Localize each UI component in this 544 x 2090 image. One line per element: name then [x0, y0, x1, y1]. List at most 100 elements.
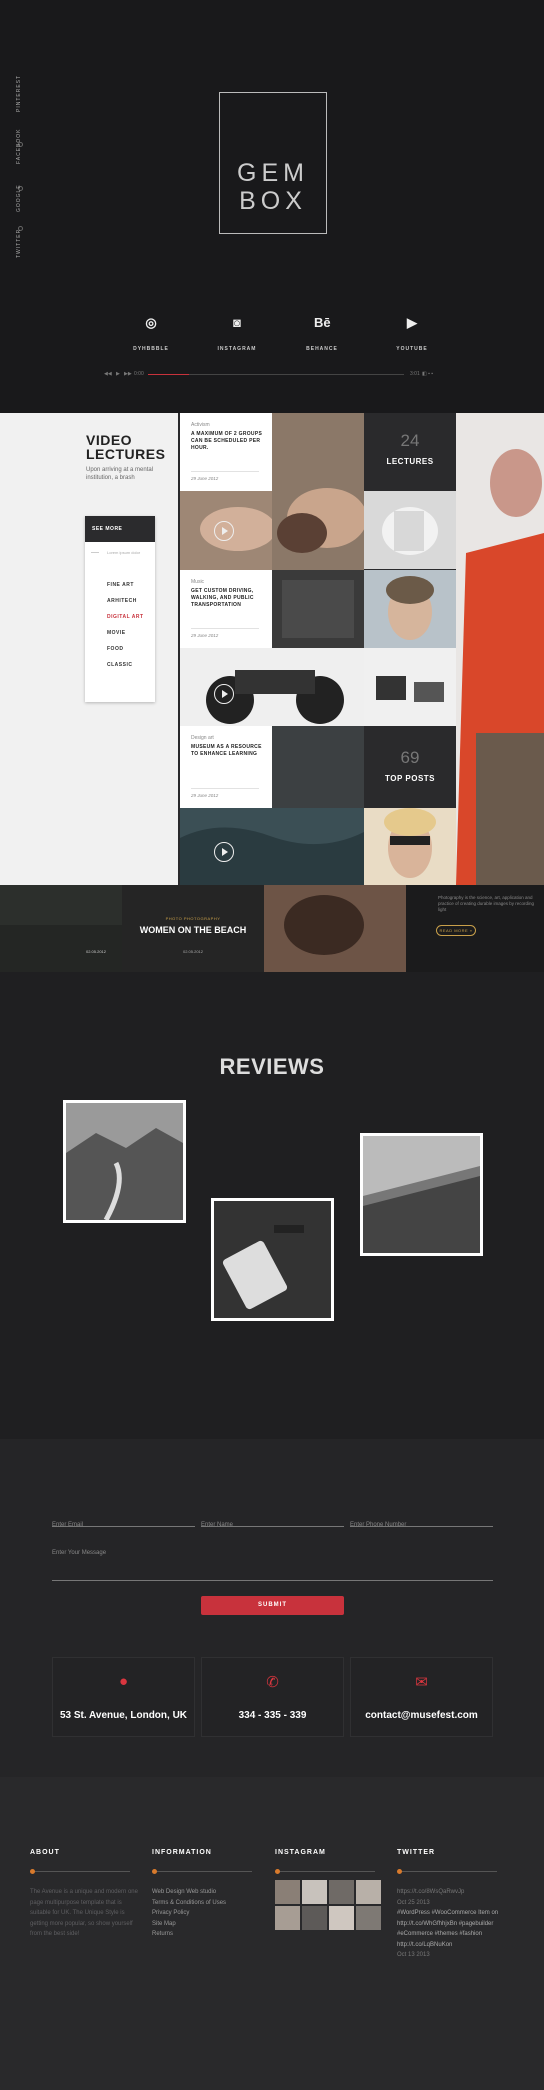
submit-button[interactable]: SUBMIT	[201, 1596, 344, 1615]
phone-field[interactable]: Enter Phone Number	[350, 1513, 493, 1528]
menu-item-movie[interactable]: MOVIE	[107, 630, 126, 636]
social-instagram[interactable]: ◙ INSTAGRAM	[207, 315, 267, 355]
message-placeholder: Enter Your Message	[52, 1550, 107, 1556]
footer-link[interactable]: Privacy Policy	[152, 1908, 262, 1919]
sunglasses-photo[interactable]	[364, 808, 456, 885]
social-behance[interactable]: Bē BEHANCE	[292, 315, 352, 355]
instagram-thumb[interactable]	[329, 1906, 354, 1930]
post-card[interactable]: Music GET CUSTOM DRIVING, WALKING, AND P…	[180, 570, 272, 648]
post-date: 29 June 2012	[191, 476, 219, 481]
footer-twitter: TWITTER https://t.co/8WsQaRwvJp Oct 25 2…	[397, 1849, 522, 1958]
footer-link[interactable]: Returns	[152, 1929, 262, 1940]
audio-player: ◀◀ ▶ ▶▶ 0:00 3:01 ◧ ▪ ▪	[104, 370, 446, 380]
portrait-photo[interactable]	[272, 413, 364, 570]
phone-placeholder: Enter Phone Number	[350, 1522, 407, 1528]
strip-feature-beach[interactable]: PHOTO PHOTOGRAPHY WOMEN ON THE BEACH 02.…	[122, 885, 264, 972]
products-photo[interactable]	[364, 648, 456, 726]
section-title: VIDEO LECTURES	[86, 433, 165, 461]
dot-icon	[30, 1869, 35, 1874]
social-youtube[interactable]: ▶ YOUTUBE	[382, 315, 442, 355]
fashion-photo[interactable]	[456, 413, 544, 885]
menu-item-digital-art[interactable]: DIGITAL ART	[107, 614, 144, 620]
next-icon[interactable]: ▶▶	[124, 371, 132, 377]
post-card[interactable]: Design art MUSEUM AS A RESOURCE TO ENHAN…	[180, 726, 272, 808]
media-photo[interactable]	[180, 491, 272, 570]
menu-item-arhitech[interactable]: ARHITECH	[107, 598, 137, 604]
instagram-thumb[interactable]	[302, 1880, 327, 1904]
email-text[interactable]: contact@musefest.com	[351, 1710, 492, 1721]
stat-top-posts[interactable]: 69 TOP POSTS	[364, 726, 456, 808]
ocean-photo[interactable]	[180, 808, 364, 885]
motorcycle-photo[interactable]	[180, 648, 364, 726]
review-photo-architecture[interactable]	[360, 1133, 483, 1256]
instagram-thumb[interactable]	[329, 1880, 354, 1904]
gembox-logo[interactable]: GEM BOX	[219, 92, 327, 234]
post-card[interactable]: Activism A MAXIMUM OF 2 GROUPS CAN BE SC…	[180, 413, 272, 491]
footer-link[interactable]: Terms & Conditions of Uses	[152, 1898, 262, 1909]
review-photo-tablet[interactable]	[211, 1198, 334, 1321]
message-field[interactable]: Enter Your Message	[52, 1541, 493, 1581]
tweet-link[interactable]: https://t.co/8WsQaRwvJp	[397, 1887, 522, 1898]
youtube-icon: ▶	[407, 315, 417, 330]
side-social-twitter[interactable]: TWITTER	[16, 229, 22, 258]
footer-section: ABOUT The Avenue is a unique and modern …	[0, 1777, 544, 2090]
behance-icon: Bē	[314, 315, 331, 330]
tweet-text: #WordPress #WooCommerce Item on	[397, 1910, 499, 1916]
menu-item-fine-art[interactable]: FINE ART	[107, 582, 134, 588]
play-icon[interactable]	[214, 684, 234, 704]
play-icon[interactable]	[214, 521, 234, 541]
menu-item-classic[interactable]: CLASSIC	[107, 662, 132, 668]
social-dribbble[interactable]: ◎ DYHBBBLE	[121, 315, 181, 355]
name-field[interactable]: Enter Name	[201, 1513, 344, 1528]
man-portrait-photo[interactable]	[364, 570, 456, 648]
tweet-text: #eCommerce #themes #fashion	[397, 1931, 483, 1937]
hands-photo[interactable]	[364, 491, 456, 569]
footer-heading: TWITTER	[397, 1849, 436, 1856]
see-more-button[interactable]: SEE MORE	[85, 516, 155, 542]
footer-link[interactable]: Web Design Web studio	[152, 1887, 262, 1898]
section-subtitle: Upon arriving at a mental institution, a…	[86, 467, 154, 481]
volume-icon[interactable]: ◧ ▪ ▪	[422, 371, 433, 377]
texture-photo[interactable]	[272, 570, 364, 648]
stat-lectures[interactable]: 24 LECTURES	[364, 413, 456, 491]
footer-heading: INFORMATION	[152, 1849, 212, 1856]
prev-icon[interactable]: ◀◀	[104, 371, 112, 377]
reviews-title: REVIEWS	[219, 1054, 325, 1079]
side-social-pinterest[interactable]: PINTEREST	[16, 75, 22, 112]
tweet-text[interactable]: http://t.co/WhGfhhjxBn #pagebuilder	[397, 1919, 522, 1930]
tweet-text[interactable]: http://t.co/LqBNuKon	[397, 1940, 522, 1951]
play-icon[interactable]	[214, 842, 234, 862]
time-start: 0:00	[134, 371, 144, 377]
divider	[91, 552, 99, 553]
hero-section: PINTEREST FACEBOOK GOOGLE TWITTER GEM BO…	[0, 0, 544, 413]
play-icon[interactable]: ▶	[116, 371, 120, 377]
read-more-button[interactable]: READ MORE »	[436, 925, 476, 936]
menu-search-input[interactable]: Lorem ipsum dolor	[107, 550, 151, 556]
tweet-date: Oct 13 2013	[397, 1952, 430, 1958]
map-pin-icon: ●	[118, 1673, 129, 1690]
logo-line-2: BOX	[239, 187, 307, 215]
side-social-facebook[interactable]: FACEBOOK	[16, 128, 22, 164]
instagram-thumb[interactable]	[275, 1906, 300, 1930]
email-field[interactable]: Enter Email	[52, 1513, 195, 1528]
instagram-thumb[interactable]	[356, 1906, 381, 1930]
contact-section: Enter Email Enter Name Enter Phone Numbe…	[0, 1439, 544, 1777]
post-category: Music	[191, 579, 205, 585]
instagram-icon: ◙	[233, 315, 241, 330]
post-category: Activism	[191, 422, 210, 428]
instagram-thumb[interactable]	[356, 1880, 381, 1904]
footer-link[interactable]: Site Map	[152, 1919, 262, 1930]
progress-bar[interactable]	[148, 374, 404, 375]
instagram-thumb[interactable]	[302, 1906, 327, 1930]
instagram-thumb[interactable]	[275, 1880, 300, 1904]
side-social-google[interactable]: GOOGLE	[16, 184, 22, 212]
post-title: MUSEUM AS A RESOURCE TO ENHANCE LEARNING	[191, 744, 262, 757]
review-photo-mountains[interactable]	[63, 1100, 186, 1223]
strip-photo-woman[interactable]	[264, 885, 406, 972]
post-date: 29 June 2012	[191, 633, 219, 638]
strip-photo-horses[interactable]: 02.05.2012	[0, 885, 122, 972]
time-end: 3:01	[410, 371, 420, 377]
dark-texture-photo[interactable]	[272, 726, 364, 808]
menu-item-food[interactable]: FOOD	[107, 646, 123, 652]
dot-icon	[152, 1869, 157, 1874]
